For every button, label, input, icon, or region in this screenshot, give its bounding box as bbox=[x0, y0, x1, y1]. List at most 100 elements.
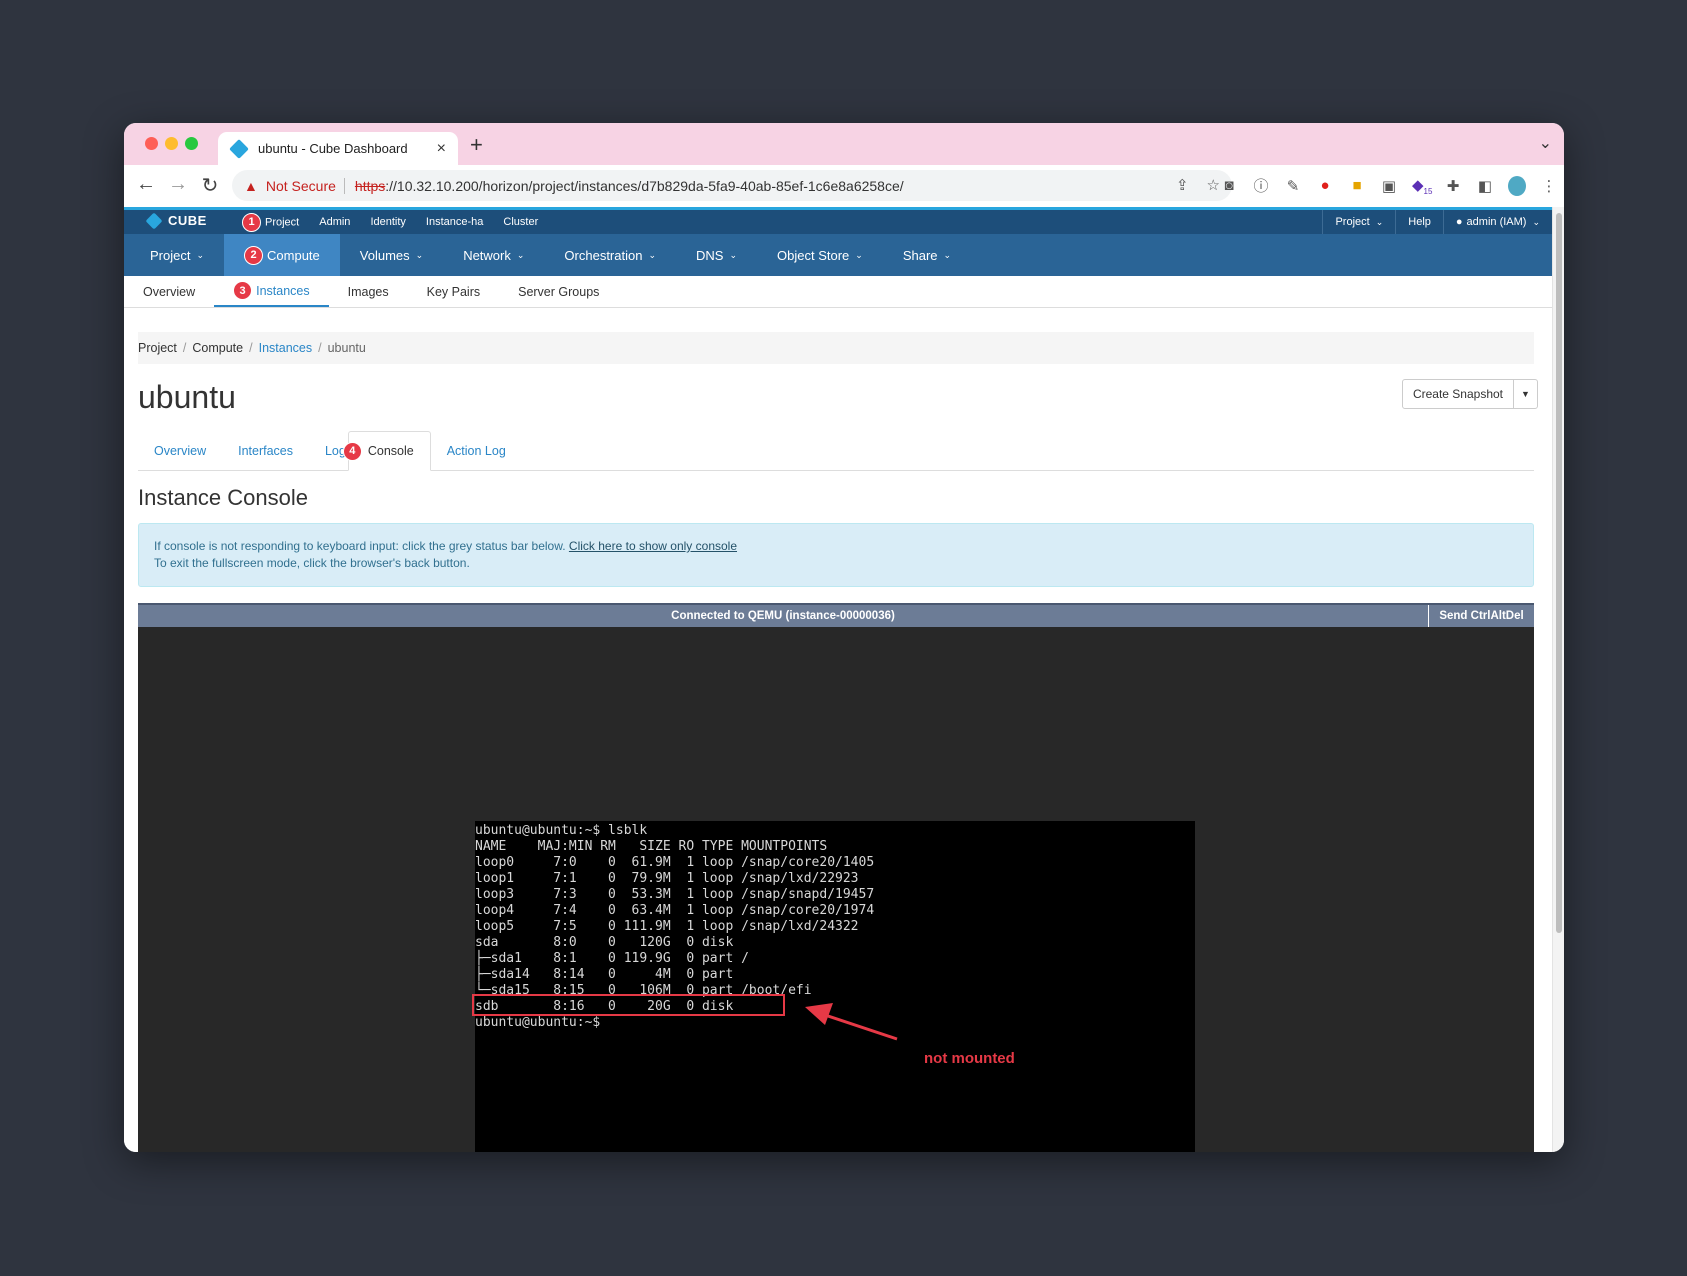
tab-interfaces[interactable]: Interfaces bbox=[222, 431, 309, 470]
breadcrumb: Project / Compute / Instances / ubuntu bbox=[138, 332, 1534, 364]
console-title: Instance Console bbox=[138, 485, 308, 510]
topnav-identity[interactable]: Identity bbox=[360, 216, 415, 228]
topnav-cluster[interactable]: Cluster bbox=[493, 216, 548, 228]
security-label[interactable]: Not Secure bbox=[266, 178, 336, 194]
lock-extension-icon[interactable]: ■ bbox=[1348, 177, 1366, 194]
step-badge-3: 3 bbox=[233, 281, 253, 300]
extension-icons: ◙ ⓘ ✎ ● ■ ▣ ◆15 ✚ ◧ ⋮ bbox=[1220, 175, 1558, 196]
console-status[interactable]: Connected to QEMU (instance-00000036) bbox=[138, 605, 1428, 627]
graduation-cap-icon[interactable]: ◆15 bbox=[1412, 176, 1432, 196]
profile-avatar[interactable] bbox=[1508, 175, 1526, 196]
tab-search-chevron-icon[interactable]: ⌄ bbox=[1539, 133, 1552, 153]
back-button[interactable]: ← bbox=[134, 173, 158, 196]
console-status-bar[interactable]: Connected to QEMU (instance-00000036) Se… bbox=[138, 603, 1534, 627]
chevron-down-icon: ⌄ bbox=[943, 249, 952, 260]
scrollbar-thumb[interactable] bbox=[1556, 213, 1562, 933]
subnav-instances[interactable]: 3 Instances bbox=[214, 276, 329, 307]
address-bar[interactable]: ▲ Not Secure https://10.32.10.200/horizo… bbox=[232, 170, 1232, 201]
nav-dns[interactable]: DNS ⌄ bbox=[676, 234, 757, 276]
page-title: ubuntu bbox=[138, 379, 236, 415]
tab-console[interactable]: 4 Console bbox=[342, 431, 431, 471]
ip-icon[interactable]: ⓘ bbox=[1252, 175, 1270, 196]
chevron-down-icon: ⌄ bbox=[648, 249, 657, 260]
terminal-screen[interactable]: ubuntu@ubuntu:~$ lsblk NAME MAJ:MIN RM S… bbox=[472, 821, 1195, 1152]
nav-compute[interactable]: 2 Compute bbox=[224, 234, 340, 276]
chevron-down-icon: ⌄ bbox=[855, 249, 863, 260]
nav-object-store[interactable]: Object Store ⌄ bbox=[757, 234, 883, 276]
subnav-overview[interactable]: Overview bbox=[124, 276, 214, 307]
subnav-server-groups[interactable]: Server Groups bbox=[499, 276, 618, 307]
puzzle-icon[interactable]: ✚ bbox=[1444, 177, 1462, 195]
tab-action-log[interactable]: Action Log bbox=[431, 431, 522, 470]
menu-kebab-icon[interactable]: ⋮ bbox=[1540, 177, 1558, 195]
create-snapshot-group: Create Snapshot ▼ bbox=[1401, 379, 1538, 409]
maximize-window-button[interactable] bbox=[185, 137, 198, 150]
chevron-down-icon: ⌄ bbox=[729, 249, 738, 260]
main-navigation: Project ⌄ 2 Compute Volumes ⌄ Network ⌄ Orch… bbox=[124, 234, 1552, 276]
top-navigation: CUBE 1 Project Admin Identity Instance-ha… bbox=[124, 207, 1552, 234]
sub-navigation: Overview 3 Instances Images Key Pairs Ser… bbox=[124, 276, 1552, 308]
show-only-console-link[interactable]: Click here to show only console bbox=[569, 539, 737, 553]
step-badge-4: 4 bbox=[342, 441, 362, 461]
nav-volumes[interactable]: Volumes ⌄ bbox=[340, 234, 443, 276]
horizon-page: CUBE 1 Project Admin Identity Instance-ha… bbox=[124, 207, 1552, 1152]
forward-button[interactable]: → bbox=[166, 173, 190, 196]
user-icon: ● bbox=[1455, 216, 1463, 228]
warning-icon: ▲ bbox=[244, 177, 258, 194]
subnav-images[interactable]: Images bbox=[329, 276, 408, 307]
step-badge-1: 1 bbox=[242, 212, 261, 232]
browser-tab[interactable]: ubuntu - Cube Dashboard × bbox=[218, 132, 458, 165]
url-scheme: https bbox=[354, 177, 386, 194]
close-window-button[interactable] bbox=[145, 137, 158, 150]
tab-strip: ubuntu - Cube Dashboard × + ⌄ bbox=[124, 123, 1564, 165]
annotation-arrow-icon bbox=[805, 1003, 898, 1041]
cube-logo-icon bbox=[145, 212, 163, 229]
minimize-window-button[interactable] bbox=[165, 137, 178, 150]
nav-network[interactable]: Network ⌄ bbox=[443, 234, 544, 276]
topnav-admin[interactable]: Admin bbox=[309, 216, 360, 228]
bookmark-star-icon[interactable]: ☆ bbox=[1207, 176, 1220, 194]
page-scrollbar[interactable] bbox=[1552, 207, 1564, 1152]
nav-share[interactable]: Share ⌄ bbox=[883, 234, 971, 276]
chevron-down-icon: ⌄ bbox=[516, 249, 525, 260]
breadcrumb-current: ubuntu bbox=[327, 341, 366, 355]
opera-icon[interactable]: ● bbox=[1316, 177, 1334, 194]
chevron-down-icon: ⌄ bbox=[415, 249, 424, 260]
eyedropper-icon[interactable]: ✎ bbox=[1284, 177, 1302, 195]
project-dropdown[interactable]: Project ⌄ bbox=[1322, 210, 1395, 234]
breadcrumb-project: Project bbox=[138, 341, 177, 355]
not-mounted-annotation: not mounted bbox=[924, 1050, 1015, 1067]
screenshot-icon[interactable]: ▣ bbox=[1380, 177, 1398, 195]
topnav-project[interactable]: 1 Project bbox=[232, 212, 309, 232]
breadcrumb-instances[interactable]: Instances bbox=[259, 341, 313, 355]
console-viewport[interactable]: ubuntu@ubuntu:~$ lsblk NAME MAJ:MIN RM S… bbox=[138, 627, 1534, 1152]
snapshot-dropdown-caret-icon[interactable]: ▼ bbox=[1513, 380, 1537, 408]
chevron-down-icon: ⌄ bbox=[1375, 216, 1384, 227]
help-link[interactable]: Help bbox=[1395, 210, 1443, 234]
detail-tabs: Overview Interfaces Log 4 Console Action … bbox=[138, 431, 1534, 471]
cube-logo[interactable]: CUBE bbox=[145, 212, 207, 229]
topnav-instance-ha[interactable]: Instance-ha bbox=[416, 216, 493, 228]
send-ctrl-alt-del-button[interactable]: Send CtrlAltDel bbox=[1428, 605, 1534, 627]
chevron-down-icon: ⌄ bbox=[196, 249, 205, 260]
browser-window: ubuntu - Cube Dashboard × + ⌄ ← → ↻ ▲ No… bbox=[124, 123, 1564, 1152]
sidepanel-icon[interactable]: ◧ bbox=[1476, 177, 1494, 195]
tab-close-icon[interactable]: × bbox=[437, 140, 446, 158]
step-badge-2: 2 bbox=[244, 245, 264, 265]
console-info-alert: If console is not responding to keyboard… bbox=[138, 523, 1534, 587]
cube-favicon-icon bbox=[229, 138, 249, 159]
user-menu[interactable]: ● admin (IAM) ⌄ bbox=[1442, 210, 1552, 234]
nav-project[interactable]: Project ⌄ bbox=[130, 234, 224, 276]
tab-title: ubuntu - Cube Dashboard bbox=[258, 141, 408, 156]
share-icon[interactable]: ⇪ bbox=[1176, 176, 1189, 194]
sdb-highlight-box bbox=[472, 994, 785, 1016]
chevron-down-icon: ⌄ bbox=[1532, 216, 1540, 227]
browser-toolbar: ← → ↻ ▲ Not Secure https://10.32.10.200/… bbox=[124, 165, 1564, 207]
tab-overview[interactable]: Overview bbox=[138, 431, 222, 470]
create-snapshot-button[interactable]: Create Snapshot bbox=[1403, 380, 1513, 408]
nav-orchestration[interactable]: Orchestration ⌄ bbox=[544, 234, 676, 276]
reload-button[interactable]: ↻ bbox=[198, 173, 222, 198]
new-tab-button[interactable]: + bbox=[470, 132, 483, 158]
camera-icon[interactable]: ◙ bbox=[1220, 177, 1238, 194]
subnav-key-pairs[interactable]: Key Pairs bbox=[408, 276, 500, 307]
